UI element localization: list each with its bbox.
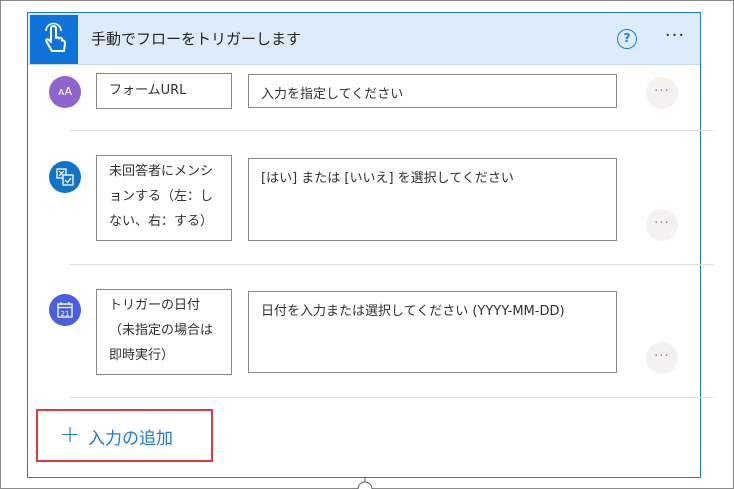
row-divider <box>70 130 713 131</box>
plus-icon: + <box>60 420 81 448</box>
row-divider <box>70 397 713 398</box>
row-more-button[interactable]: ··· <box>646 209 678 241</box>
row-more-button[interactable]: ··· <box>646 342 678 374</box>
calendar-icon: 21 <box>49 294 81 326</box>
row-divider <box>70 264 713 265</box>
input-label-trigger-date[interactable]: トリガーの日付 （未指定の場合は 即時実行） <box>96 289 232 375</box>
card-header[interactable]: 手動でフローをトリガーします ? ··· <box>28 13 700 65</box>
manual-trigger-icon <box>30 15 78 64</box>
yes-no-icon <box>49 161 81 193</box>
question-circle-icon[interactable]: ? <box>617 29 637 49</box>
card-more-button[interactable]: ··· <box>660 25 690 49</box>
add-input-button[interactable]: + 入力の追加 <box>36 409 213 462</box>
input-label-mention-unanswered[interactable]: 未回答者にメンシ ョンする（左：し ない、右：する） <box>96 155 232 241</box>
text-input-icon: ᴀA <box>49 76 81 108</box>
flow-connector-icon <box>357 478 373 489</box>
row-more-button[interactable]: ··· <box>646 77 678 109</box>
input-value-date[interactable]: 日付を入力または選択してください (YYYY-MM-DD) <box>248 291 617 373</box>
card-title: 手動でフローをトリガーします <box>91 30 302 48</box>
input-value-yes-no[interactable]: [はい] または [いいえ] を選択してください <box>248 158 617 241</box>
input-value-form-url[interactable]: 入力を指定してください <box>248 74 617 108</box>
add-input-label: 入力の追加 <box>88 429 173 449</box>
input-label-form-url[interactable]: フォームURL <box>96 73 232 109</box>
